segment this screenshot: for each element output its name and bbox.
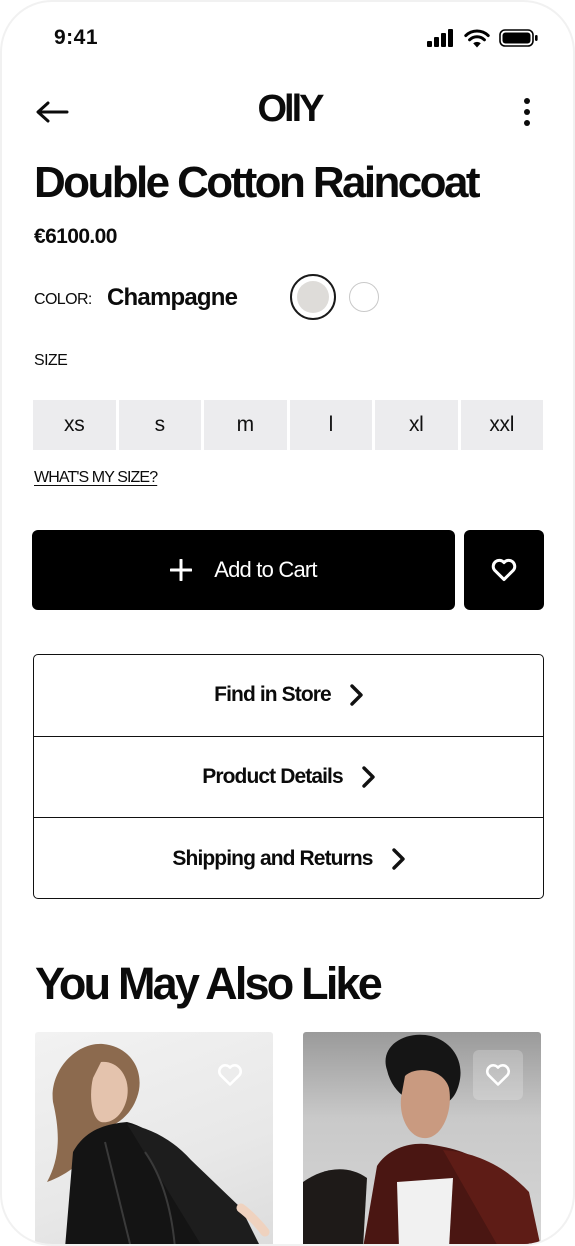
size-option-s[interactable]: s — [118, 400, 201, 450]
size-guide-link[interactable]: WHAT'S MY SIZE? — [34, 469, 158, 487]
size-options: xs s m l xl xxl — [33, 400, 543, 450]
product-details-label: Product Details — [202, 764, 343, 788]
size-option-m[interactable]: m — [204, 400, 287, 450]
more-vertical-icon-dot — [524, 109, 530, 115]
size-label: SIZE — [34, 352, 68, 369]
wifi-icon — [464, 29, 490, 47]
selected-color-name: Champagne — [107, 284, 238, 311]
heart-icon — [491, 558, 517, 581]
size-option-l[interactable]: l — [289, 400, 372, 450]
recommendations-title: You May Also Like — [35, 958, 383, 1009]
shipping-returns-row[interactable]: Shipping and Returns — [34, 818, 543, 898]
top-navigation: OllY — [2, 86, 573, 136]
size-option-xxl[interactable]: xxl — [460, 400, 543, 450]
recommended-product-card[interactable] — [303, 1032, 541, 1244]
shipping-returns-label: Shipping and Returns — [172, 846, 373, 870]
color-swatch-champagne[interactable] — [290, 274, 336, 320]
find-in-store-label: Find in Store — [214, 683, 332, 707]
wishlist-toggle[interactable] — [205, 1050, 255, 1100]
recommendations-grid — [35, 1032, 542, 1244]
status-icons — [427, 28, 539, 48]
status-bar: 9:41 — [2, 2, 573, 72]
app-screen: 9:41 OllY Double Cotton Raincoat €6100.0… — [0, 0, 575, 1246]
cellular-signal-icon — [427, 29, 453, 47]
add-to-cart-label: Add to Cart — [214, 557, 317, 582]
heart-icon — [485, 1064, 511, 1086]
color-swatch-white[interactable] — [349, 282, 379, 312]
product-title: Double Cotton Raincoat — [34, 158, 480, 207]
size-option-xs[interactable]: xs — [33, 400, 116, 450]
find-in-store-row[interactable]: Find in Store — [34, 655, 543, 737]
color-label: COLOR: — [34, 291, 92, 308]
chevron-right-icon — [350, 684, 363, 706]
wishlist-button[interactable] — [464, 530, 544, 610]
swatch-fill — [297, 281, 329, 313]
recommended-product-card[interactable] — [35, 1032, 273, 1244]
product-details-row[interactable]: Product Details — [34, 737, 543, 818]
info-links: Find in Store Product Details Shipping a… — [33, 654, 544, 899]
wishlist-toggle[interactable] — [473, 1050, 523, 1100]
size-option-xl[interactable]: xl — [375, 400, 458, 450]
battery-icon — [499, 29, 538, 47]
chevron-right-icon — [391, 848, 405, 870]
add-to-cart-button[interactable]: Add to Cart — [32, 530, 455, 610]
product-price: €6100.00 — [34, 225, 117, 248]
more-options-button[interactable] — [519, 96, 535, 128]
more-vertical-icon-dot — [524, 120, 530, 126]
color-selector: COLOR: Champagne — [34, 274, 554, 322]
chevron-right-icon — [362, 766, 375, 788]
brand-logo[interactable]: OllY — [2, 88, 573, 131]
status-time: 9:41 — [54, 26, 99, 49]
more-vertical-icon-dot — [524, 98, 530, 104]
plus-icon — [170, 559, 193, 581]
heart-icon — [217, 1064, 243, 1086]
